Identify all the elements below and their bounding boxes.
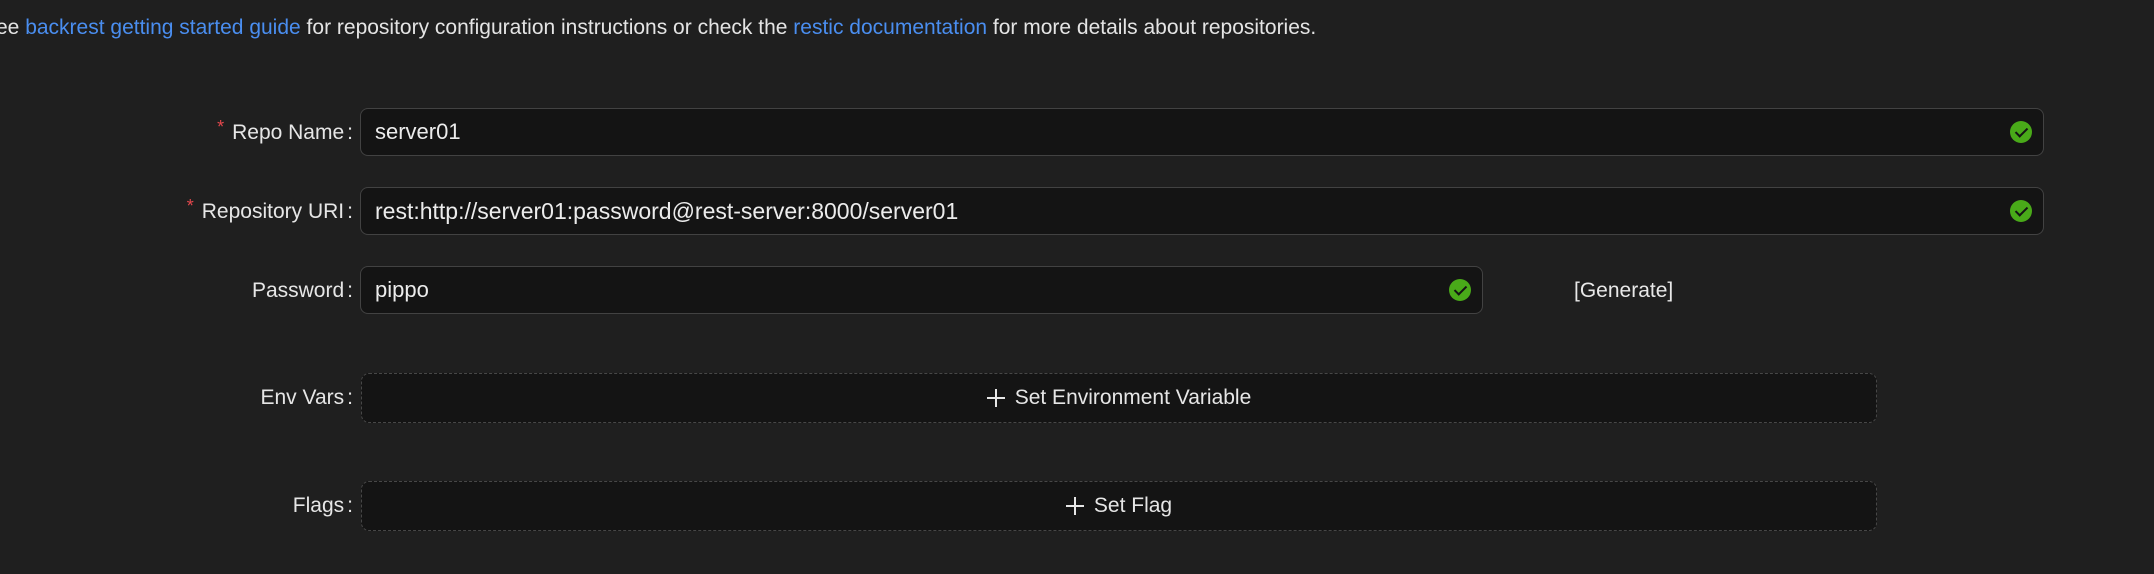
intro-prefix: ee	[0, 16, 20, 39]
repository-uri-row: * Repository URI: rest:http://server01:pa…	[0, 187, 2154, 237]
repository-uri-input[interactable]: rest:http://server01:password@rest-serve…	[360, 187, 2044, 235]
intro-middle: for repository configuration instruction…	[300, 16, 794, 39]
set-environment-variable-button[interactable]: Set Environment Variable	[361, 373, 1877, 423]
flags-label: Flags:	[292, 494, 353, 517]
restic-documentation-link[interactable]: restic documentation	[793, 16, 987, 39]
repository-uri-label: * Repository URI:	[186, 196, 353, 223]
getting-started-guide-link[interactable]: backrest getting started guide	[25, 16, 301, 39]
check-circle-icon	[2010, 121, 2032, 143]
intro-suffix: for more details about repositories.	[987, 16, 1317, 39]
check-circle-icon	[2010, 200, 2032, 222]
repo-name-input[interactable]: server01	[360, 108, 2044, 156]
required-marker: *	[186, 196, 194, 216]
flags-row: Flags: Set Flag	[0, 481, 2154, 531]
password-label: Password:	[251, 279, 353, 302]
generate-password-button[interactable]: [Generate]	[1574, 266, 1673, 316]
plus-icon	[986, 389, 1005, 407]
set-flag-button[interactable]: Set Flag	[361, 481, 1877, 531]
intro-text: ee backrest getting started guide for re…	[0, 16, 1316, 40]
password-row: Password: pippo [Generate]	[0, 266, 2154, 316]
plus-icon	[1065, 497, 1084, 515]
env-vars-label: Env Vars:	[260, 386, 354, 409]
password-input[interactable]: pippo	[360, 266, 1483, 314]
env-vars-row: Env Vars: Set Environment Variable	[0, 373, 2154, 423]
required-marker: *	[217, 117, 225, 137]
check-circle-icon	[1449, 279, 1471, 301]
repo-name-row: * Repo Name: server01	[0, 108, 2154, 158]
repo-name-label: * Repo Name:	[217, 117, 353, 144]
